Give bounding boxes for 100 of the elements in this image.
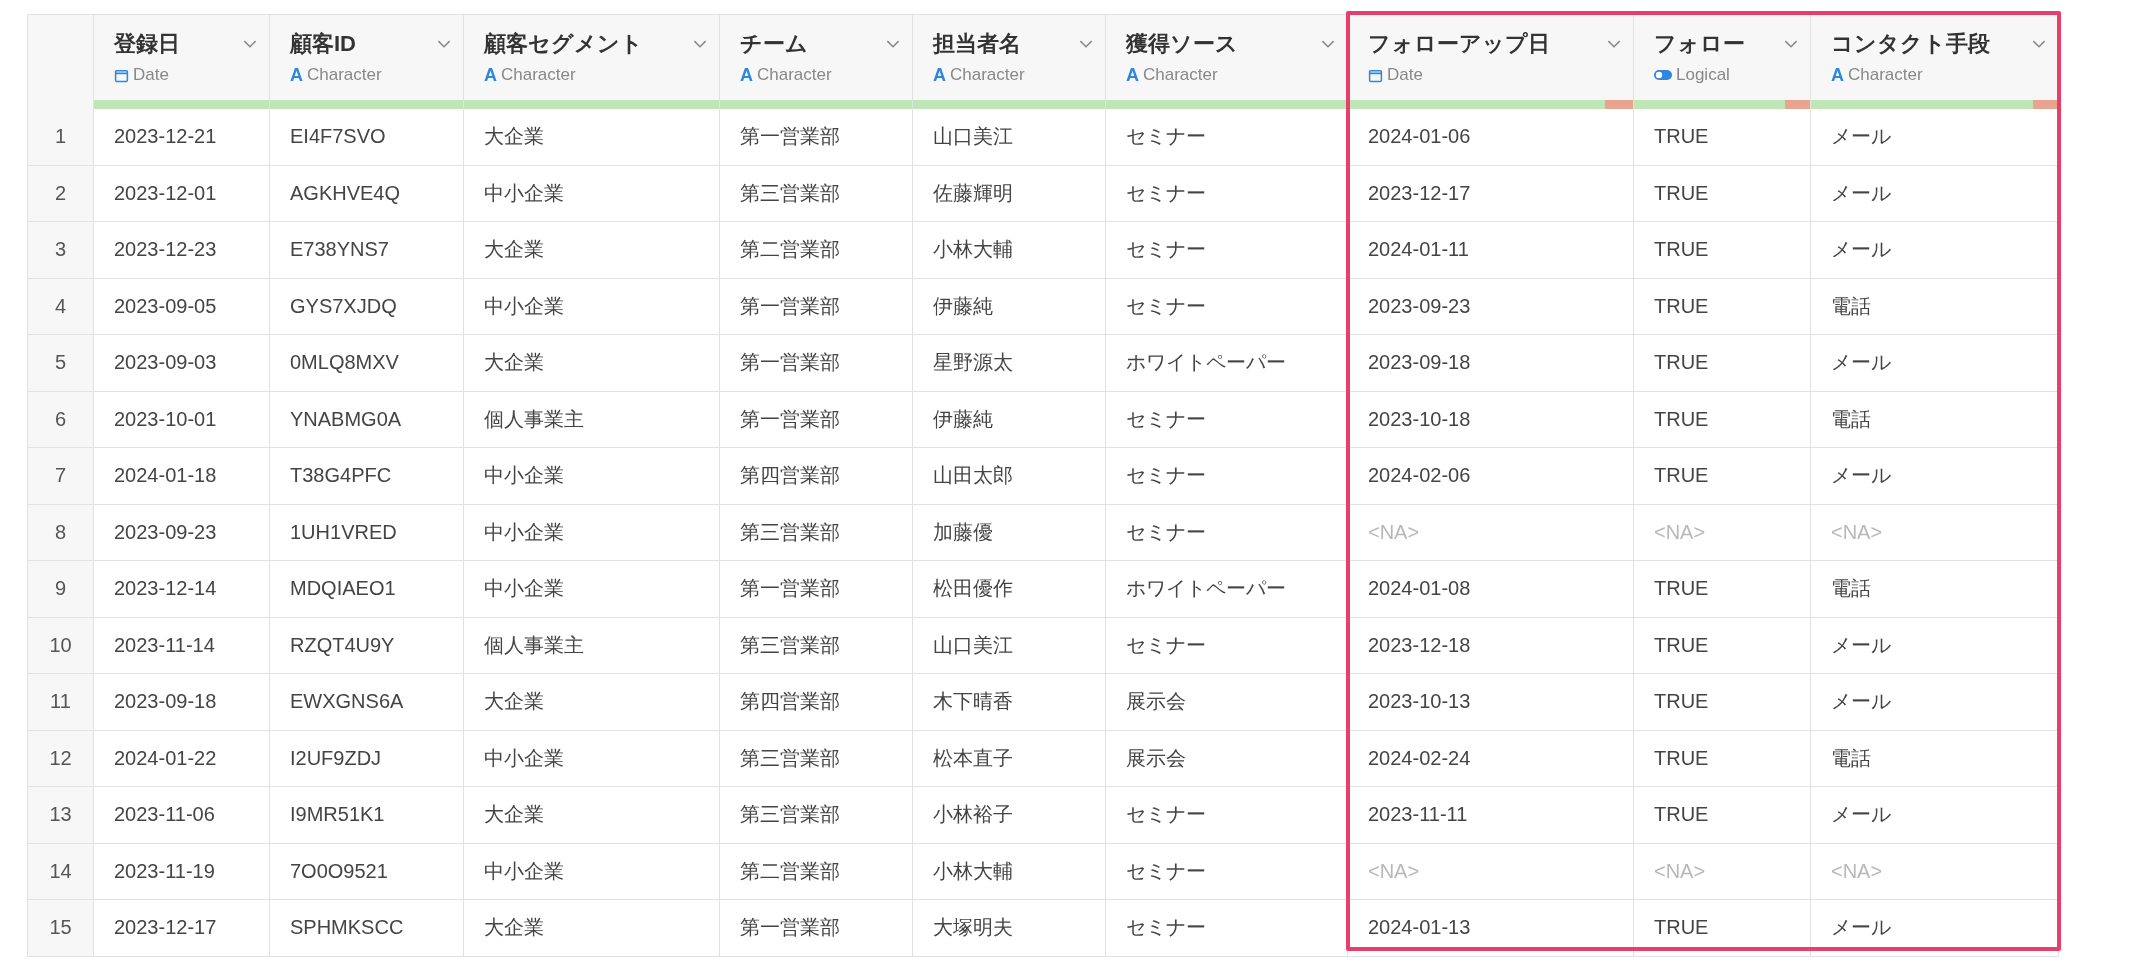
column-type: Date xyxy=(1387,65,1423,85)
column-header[interactable]: コンタクト手段 A Character xyxy=(1811,15,2059,109)
calendar-icon xyxy=(114,67,129,83)
row-number: 9 xyxy=(28,561,94,618)
table-cell: 電話 xyxy=(1811,561,2059,618)
table-cell: 佐藤輝明 xyxy=(913,165,1106,222)
column-header[interactable]: チーム A Character xyxy=(720,15,913,109)
table-cell: 2023-11-14 xyxy=(94,617,270,674)
table-cell: 第一営業部 xyxy=(720,109,913,166)
chevron-down-icon[interactable] xyxy=(1321,39,1335,49)
column-title: 獲得ソース xyxy=(1126,30,1238,58)
column-title: 顧客ID xyxy=(290,30,356,58)
table-cell: MDQIAEO1 xyxy=(270,561,464,618)
table-cell: 第二営業部 xyxy=(720,843,913,900)
table-cell: EWXGNS6A xyxy=(270,674,464,731)
column-title: チーム xyxy=(740,30,808,58)
row-number: 10 xyxy=(28,617,94,674)
column-header[interactable]: 登録日 Date xyxy=(94,15,270,109)
character-type-icon: A xyxy=(740,66,753,84)
table-cell: 7O0O9521 xyxy=(270,843,464,900)
missing-values-bar xyxy=(1604,100,1633,109)
table-cell: 2023-12-01 xyxy=(94,165,270,222)
character-type-icon: A xyxy=(290,66,303,84)
table-cell: TRUE xyxy=(1634,109,1811,166)
table-cell: YNABMG0A xyxy=(270,391,464,448)
column-header[interactable]: フォロー Logical xyxy=(1634,15,1811,109)
table-cell: セミナー xyxy=(1106,109,1348,166)
table-cell: 2024-01-08 xyxy=(1348,561,1634,618)
table-cell: 加藤優 xyxy=(913,504,1106,561)
column-title: フォロー xyxy=(1654,30,1745,58)
table-cell: 大企業 xyxy=(464,335,720,392)
table-cell: TRUE xyxy=(1634,222,1811,279)
chevron-down-icon[interactable] xyxy=(693,39,707,49)
table-cell: 個人事業主 xyxy=(464,617,720,674)
table-cell: 第三営業部 xyxy=(720,730,913,787)
table-cell: セミナー xyxy=(1106,222,1348,279)
table-cell: 中小企業 xyxy=(464,730,720,787)
table-cell: I9MR51K1 xyxy=(270,787,464,844)
table-cell: TRUE xyxy=(1634,448,1811,505)
table-cell: 山口美江 xyxy=(913,617,1106,674)
column-type: Logical xyxy=(1676,65,1730,85)
chevron-down-icon[interactable] xyxy=(437,39,451,49)
table-cell: 大企業 xyxy=(464,787,720,844)
table-cell: EI4F7SVO xyxy=(270,109,464,166)
table-cell: <NA> xyxy=(1634,504,1811,561)
chevron-down-icon[interactable] xyxy=(1784,39,1798,49)
table-cell: 2024-01-11 xyxy=(1348,222,1634,279)
table-cell: 2024-02-24 xyxy=(1348,730,1634,787)
column-title: コンタクト手段 xyxy=(1831,30,1990,58)
table-cell: 電話 xyxy=(1811,278,2059,335)
table-cell: 2023-09-23 xyxy=(94,504,270,561)
table-cell: 個人事業主 xyxy=(464,391,720,448)
table-cell: 0MLQ8MXV xyxy=(270,335,464,392)
table-cell: メール xyxy=(1811,109,2059,166)
column-header[interactable]: 獲得ソース A Character xyxy=(1106,15,1348,109)
row-number: 6 xyxy=(28,391,94,448)
table-cell: メール xyxy=(1811,222,2059,279)
table-cell: TRUE xyxy=(1634,787,1811,844)
table-cell: メール xyxy=(1811,674,2059,731)
table-cell: セミナー xyxy=(1106,617,1348,674)
table-cell: 星野源太 xyxy=(913,335,1106,392)
chevron-down-icon[interactable] xyxy=(243,39,257,49)
toggle-icon xyxy=(1654,70,1672,80)
chevron-down-icon[interactable] xyxy=(886,39,900,49)
column-header[interactable]: 担当者名 A Character xyxy=(913,15,1106,109)
character-type-icon: A xyxy=(1126,66,1139,84)
table-cell: 第一営業部 xyxy=(720,900,913,957)
calendar-icon xyxy=(1368,67,1383,83)
missing-values-bar xyxy=(2033,100,2058,109)
table-cell: 中小企業 xyxy=(464,561,720,618)
column-header[interactable]: フォローアップ日 Date xyxy=(1348,15,1634,109)
column-title: フォローアップ日 xyxy=(1368,30,1550,58)
table-cell: 1UH1VRED xyxy=(270,504,464,561)
table-cell: セミナー xyxy=(1106,391,1348,448)
table-cell: メール xyxy=(1811,617,2059,674)
table-cell: <NA> xyxy=(1634,843,1811,900)
row-number: 4 xyxy=(28,278,94,335)
table-cell: 2023-12-17 xyxy=(94,900,270,957)
column-title: 担当者名 xyxy=(933,30,1021,58)
row-number: 2 xyxy=(28,165,94,222)
chevron-down-icon[interactable] xyxy=(2032,39,2046,49)
table-cell: セミナー xyxy=(1106,900,1348,957)
table-cell: セミナー xyxy=(1106,165,1348,222)
table-cell: 中小企業 xyxy=(464,843,720,900)
row-number: 1 xyxy=(28,109,94,166)
table-cell: 2023-09-18 xyxy=(94,674,270,731)
table-cell: 大企業 xyxy=(464,222,720,279)
column-header[interactable]: 顧客ID A Character xyxy=(270,15,464,109)
table-cell: セミナー xyxy=(1106,787,1348,844)
chevron-down-icon[interactable] xyxy=(1079,39,1093,49)
table-cell: 展示会 xyxy=(1106,730,1348,787)
table-cell: メール xyxy=(1811,900,2059,957)
chevron-down-icon[interactable] xyxy=(1607,39,1621,49)
table-cell: <NA> xyxy=(1348,843,1634,900)
table-cell: AGKHVE4Q xyxy=(270,165,464,222)
table-cell: TRUE xyxy=(1634,900,1811,957)
column-header[interactable]: 顧客セグメント A Character xyxy=(464,15,720,109)
table-cell: 大企業 xyxy=(464,900,720,957)
table-cell: メール xyxy=(1811,165,2059,222)
table-cell: RZQT4U9Y xyxy=(270,617,464,674)
